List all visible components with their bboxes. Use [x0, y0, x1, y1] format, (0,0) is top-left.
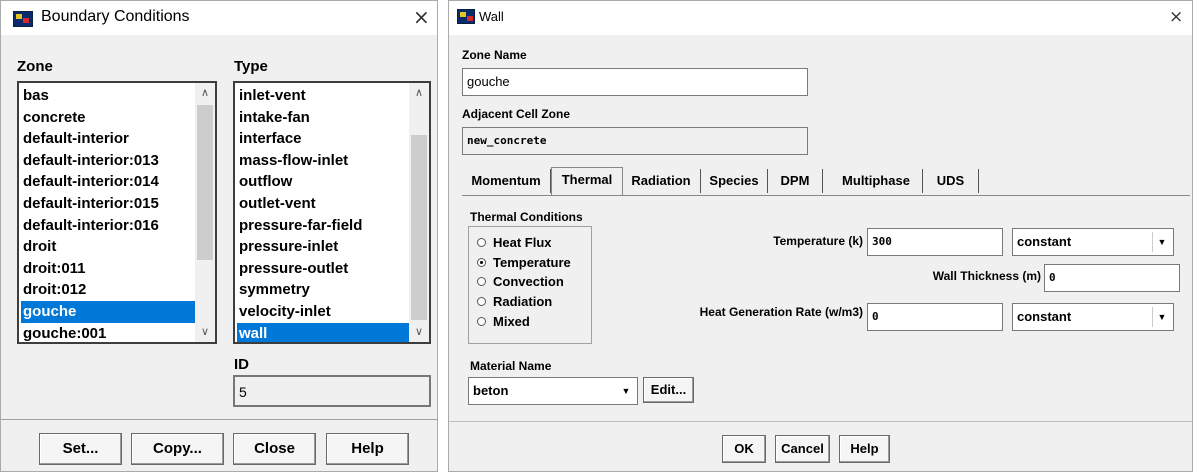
adjacent-cell-zone-label: Adjacent Cell Zone	[462, 107, 571, 121]
thermal-conditions-label: Thermal Conditions	[470, 210, 583, 224]
scroll-thumb[interactable]	[197, 105, 213, 260]
scroll-down-icon[interactable]: ∨	[409, 324, 429, 340]
tab-dpm[interactable]: DPM	[768, 169, 823, 193]
heat-generation-input[interactable]: 0	[867, 303, 1003, 331]
type-list-item[interactable]: outflow	[237, 171, 409, 193]
zone-list-scrollbar[interactable]: ∧ ∨	[195, 83, 215, 342]
zone-list-item[interactable]: default-interior:015	[21, 193, 195, 215]
separator	[1, 419, 437, 420]
tab-uds[interactable]: UDS	[923, 169, 979, 193]
id-label: ID	[234, 356, 249, 373]
tab-species[interactable]: Species	[701, 169, 768, 193]
fluent-app-icon	[457, 9, 475, 24]
type-list-item[interactable]: wall	[237, 322, 409, 342]
dropdown-arrow-icon[interactable]: ▼	[1152, 307, 1171, 327]
type-list-item[interactable]: pressure-inlet	[237, 236, 409, 258]
dropdown-arrow-icon[interactable]: ▼	[1152, 232, 1171, 252]
dialog-title: Wall	[479, 9, 504, 24]
dialog-title: Boundary Conditions	[41, 8, 190, 25]
thermal-panel: Thermal Conditions Heat Flux Temperature…	[462, 195, 1190, 420]
temperature-mode-select[interactable]: constant ▼	[1012, 228, 1174, 256]
edit-material-button[interactable]: Edit...	[643, 377, 694, 403]
set-button[interactable]: Set...	[39, 433, 122, 465]
type-list[interactable]: inlet-vent intake-fan interface mass-flow-i…	[233, 81, 431, 344]
type-list-item[interactable]: symmetry	[237, 279, 409, 301]
material-name-label: Material Name	[470, 359, 552, 373]
heat-generation-mode-select[interactable]: constant ▼	[1012, 303, 1174, 331]
adjacent-cell-zone-field: new_concrete	[462, 127, 808, 155]
id-field: 5	[233, 375, 431, 407]
fluent-app-icon	[13, 11, 33, 27]
radio-mixed[interactable]: Mixed	[473, 312, 530, 332]
tab-multiphase[interactable]: Multiphase	[830, 169, 923, 193]
type-list-item[interactable]: pressure-outlet	[237, 258, 409, 280]
zone-list-item[interactable]: droit	[21, 236, 195, 258]
type-list-item[interactable]: velocity-inlet	[237, 301, 409, 323]
zone-list[interactable]: bas concrete default-interior default-inter…	[17, 81, 217, 344]
material-select[interactable]: beton ▼	[468, 377, 638, 405]
zone-list-item[interactable]: gouche:001	[21, 323, 195, 342]
zone-list-item[interactable]: droit:012	[21, 279, 195, 301]
wall-titlebar: Wall ×	[449, 1, 1192, 35]
close-button[interactable]: Close	[233, 433, 316, 465]
type-label: Type	[234, 58, 268, 75]
zone-list-item[interactable]: default-interior:016	[21, 215, 195, 237]
wall-dialog: Wall × Zone Name gouche Adjacent Cell Zo…	[448, 0, 1193, 472]
type-list-scrollbar[interactable]: ∧ ∨	[409, 83, 429, 342]
zone-list-item[interactable]: gouche	[21, 301, 195, 323]
zone-list-item[interactable]: concrete	[21, 107, 195, 129]
type-list-item[interactable]: intake-fan	[237, 107, 409, 129]
dropdown-arrow-icon[interactable]: ▼	[617, 381, 635, 401]
type-list-item[interactable]: interface	[237, 128, 409, 150]
zone-list-item[interactable]: default-interior:014	[21, 171, 195, 193]
scroll-up-icon[interactable]: ∧	[195, 85, 215, 101]
radio-heat-flux[interactable]: Heat Flux	[473, 233, 552, 253]
heat-generation-label: Heat Generation Rate (w/m3)	[699, 305, 863, 319]
temperature-input[interactable]: 300	[867, 228, 1003, 256]
help-button[interactable]: Help	[326, 433, 409, 465]
zone-list-item[interactable]: bas	[21, 85, 195, 107]
tab-radiation[interactable]: Radiation	[622, 169, 701, 193]
zone-name-input[interactable]: gouche	[462, 68, 808, 96]
type-list-item[interactable]: pressure-far-field	[237, 215, 409, 237]
wall-thickness-label: Wall Thickness (m)	[932, 269, 1041, 283]
zone-list-item[interactable]: droit:011	[21, 258, 195, 280]
wall-thickness-input[interactable]: 0	[1044, 264, 1180, 292]
cancel-button[interactable]: Cancel	[775, 435, 830, 463]
separator	[449, 421, 1192, 422]
close-icon[interactable]: ×	[413, 5, 430, 29]
boundary-titlebar: Boundary Conditions ×	[1, 1, 437, 35]
radio-radiation[interactable]: Radiation	[473, 292, 552, 312]
scroll-up-icon[interactable]: ∧	[409, 85, 429, 101]
tab-momentum[interactable]: Momentum	[462, 169, 551, 193]
scroll-down-icon[interactable]: ∨	[195, 324, 215, 340]
zone-list-item[interactable]: default-interior	[21, 128, 195, 150]
zone-list-item[interactable]: default-interior:013	[21, 150, 195, 172]
scroll-thumb[interactable]	[411, 135, 427, 320]
help-button[interactable]: Help	[839, 435, 890, 463]
thermal-conditions-group: Heat Flux Temperature Convection Radiati…	[468, 226, 592, 344]
radio-temperature[interactable]: Temperature	[473, 253, 571, 273]
tab-thermal[interactable]: Thermal	[551, 167, 623, 196]
zone-label: Zone	[17, 58, 53, 75]
temperature-label: Temperature (k)	[773, 234, 863, 248]
type-list-item[interactable]: inlet-vent	[237, 85, 409, 107]
ok-button[interactable]: OK	[722, 435, 766, 463]
copy-button[interactable]: Copy...	[131, 433, 224, 465]
boundary-conditions-dialog: Boundary Conditions × Zone Type bas concr…	[0, 0, 438, 472]
type-list-item[interactable]: outlet-vent	[237, 193, 409, 215]
close-icon[interactable]: ×	[1169, 7, 1183, 27]
radio-convection[interactable]: Convection	[473, 272, 564, 292]
type-list-item[interactable]: mass-flow-inlet	[237, 150, 409, 172]
zone-name-label: Zone Name	[462, 48, 527, 62]
